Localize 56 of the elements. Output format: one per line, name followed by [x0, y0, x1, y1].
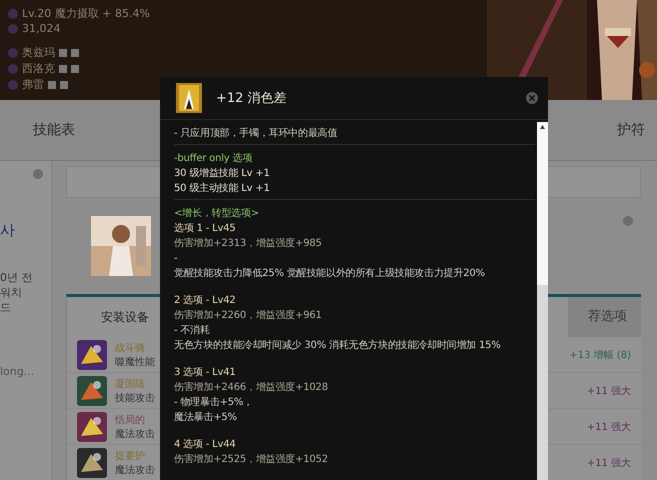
- item-icon: [77, 448, 107, 478]
- close-icon[interactable]: [526, 92, 538, 104]
- item-icon: [176, 83, 202, 113]
- item-name: 恬局的: [115, 414, 145, 426]
- nav-tab[interactable]: 技能表: [33, 121, 75, 139]
- item-icon: [77, 376, 107, 406]
- option-title: 选项 1 - Lv45: [174, 222, 237, 236]
- option-effect: 觉醒技能攻击力降低25% 觉醒技能以外的所有上级技能攻击力提升20%: [174, 266, 486, 281]
- item-bonus: +11 强大: [586, 384, 632, 398]
- item-bonus: +13 增幅 (8): [569, 348, 632, 362]
- option-title: 4 选项 - Lv44: [174, 438, 237, 452]
- item-name: 战斗骑: [115, 342, 145, 354]
- item-icon: [77, 412, 107, 442]
- option-stat: 伤害增加+2466，增益强度+1028: [174, 380, 329, 395]
- recommend-tab[interactable]: 荐选项: [568, 297, 641, 337]
- power-text: Lv.20 魔力摄取 + 85.4%: [22, 6, 150, 21]
- item-bonus: +11 强大: [586, 456, 632, 470]
- more-text: long...: [0, 365, 36, 378]
- info-text: 0년 전: [0, 270, 34, 285]
- scrollbar[interactable]: [537, 122, 548, 480]
- option-stat: 伤害增加+2260，增益强度+961: [174, 308, 323, 323]
- option-title: 2 选项 - Lv42: [174, 294, 237, 308]
- info-text: 워치: [0, 285, 23, 300]
- item-stat: 技能攻击: [115, 392, 155, 404]
- raid-name: 奥兹玛: [22, 45, 55, 60]
- item-stat: 魔法攻击: [115, 428, 155, 440]
- item-name: 提要护: [115, 450, 145, 462]
- option-effect: -: [174, 252, 178, 266]
- option-effect: 无色方块的技能冷却时间减少 30% 消耗无色方块的技能冷却时间增加 15%: [174, 338, 502, 353]
- option-effect: - 不消耗: [174, 324, 211, 338]
- option-stat: 伤害增加+2525，增益强度+1052: [174, 452, 329, 467]
- nav-tab[interactable]: 护符: [617, 121, 645, 139]
- item-title: +12 消色差: [216, 90, 288, 107]
- info-icon: [33, 169, 43, 179]
- buffer-text: 50 级主动技能 Lv +1: [174, 182, 271, 196]
- score-text: 31,024: [22, 22, 60, 35]
- raid-name: 弗雷: [22, 77, 44, 92]
- equipment-tab[interactable]: 安装设备: [101, 308, 149, 326]
- option-effect: 魔法暴击+5%: [174, 410, 238, 425]
- section-heading: -buffer only 选项: [174, 152, 254, 166]
- raid-name: 西洛克: [22, 61, 55, 76]
- option-title: 3 选项 - Lv41: [174, 366, 237, 380]
- option-effect: - 物理暴击+5%，: [174, 396, 254, 410]
- info-text: 드: [0, 300, 12, 315]
- item-name: 凝固陆: [115, 378, 145, 390]
- note-text: - 只应用顶部，手镯，耳环中的最高值: [174, 126, 338, 141]
- name-text: 사: [0, 221, 16, 240]
- item-stat: 噬魔性能: [115, 356, 155, 368]
- section-heading: <增长，转型选项>: [174, 206, 260, 221]
- item-stat: 魔法攻击: [115, 464, 155, 476]
- info-icon: [623, 216, 633, 226]
- option-stat: 伤害增加+2313，增益强度+985: [174, 236, 323, 251]
- item-icon: [77, 340, 107, 370]
- scroll-up-icon[interactable]: [540, 125, 545, 129]
- buffer-text: 30 级增益技能 Lv +1: [174, 166, 271, 181]
- item-bonus: +11 强大: [586, 420, 632, 434]
